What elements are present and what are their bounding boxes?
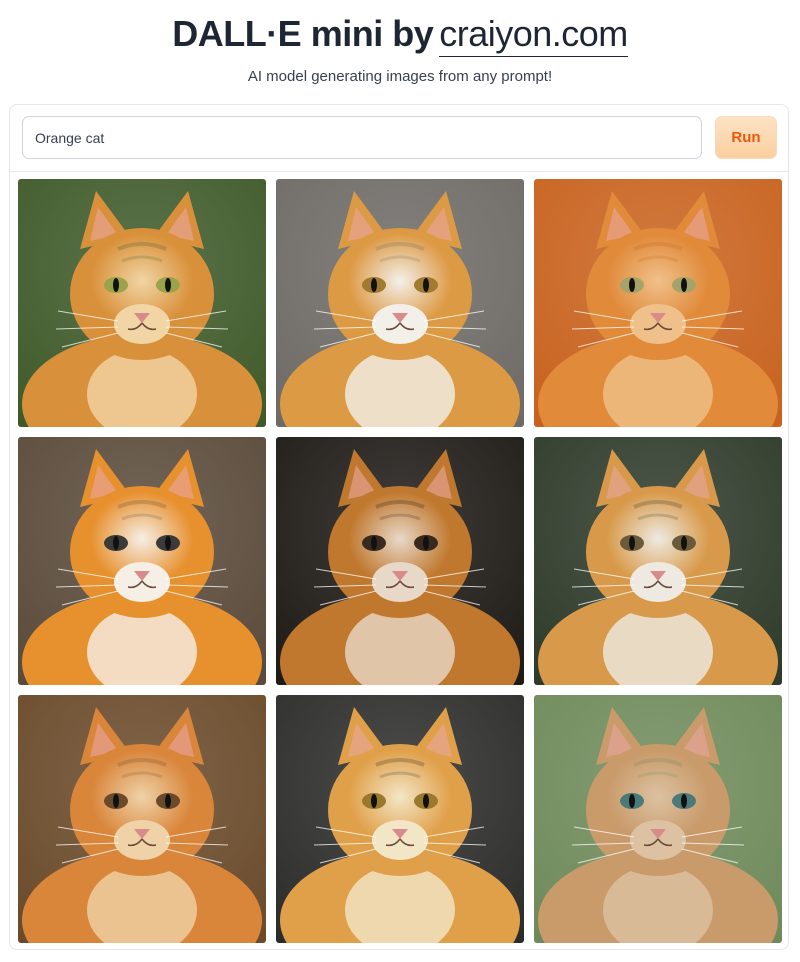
subtitle: AI model generating images from any prom… [247,68,553,85]
generator-panel: Run [9,104,789,950]
orange-cat-image-1[interactable] [18,179,266,427]
orange-cat-image-7[interactable] [18,695,266,943]
run-button[interactable]: Run [715,116,777,159]
prompt-row: Run [10,105,788,172]
orange-cat-image-5[interactable] [276,437,524,685]
orange-cat-image-6[interactable] [534,437,782,685]
orange-cat-image-3[interactable] [534,179,782,427]
title-text: DALL·E mini by [172,13,434,54]
craiyon-link[interactable]: craiyon.com [439,13,628,57]
page-title: DALL·E mini by craiyon.com [0,12,800,57]
orange-cat-image-8[interactable] [276,695,524,943]
orange-cat-image-2[interactable] [276,179,524,427]
prompt-input[interactable] [22,116,702,159]
orange-cat-image-4[interactable] [18,437,266,685]
page: DALL·E mini by craiyon.com AI model gener… [0,0,800,962]
orange-cat-image-9[interactable] [534,695,782,943]
image-gallery [18,179,782,943]
